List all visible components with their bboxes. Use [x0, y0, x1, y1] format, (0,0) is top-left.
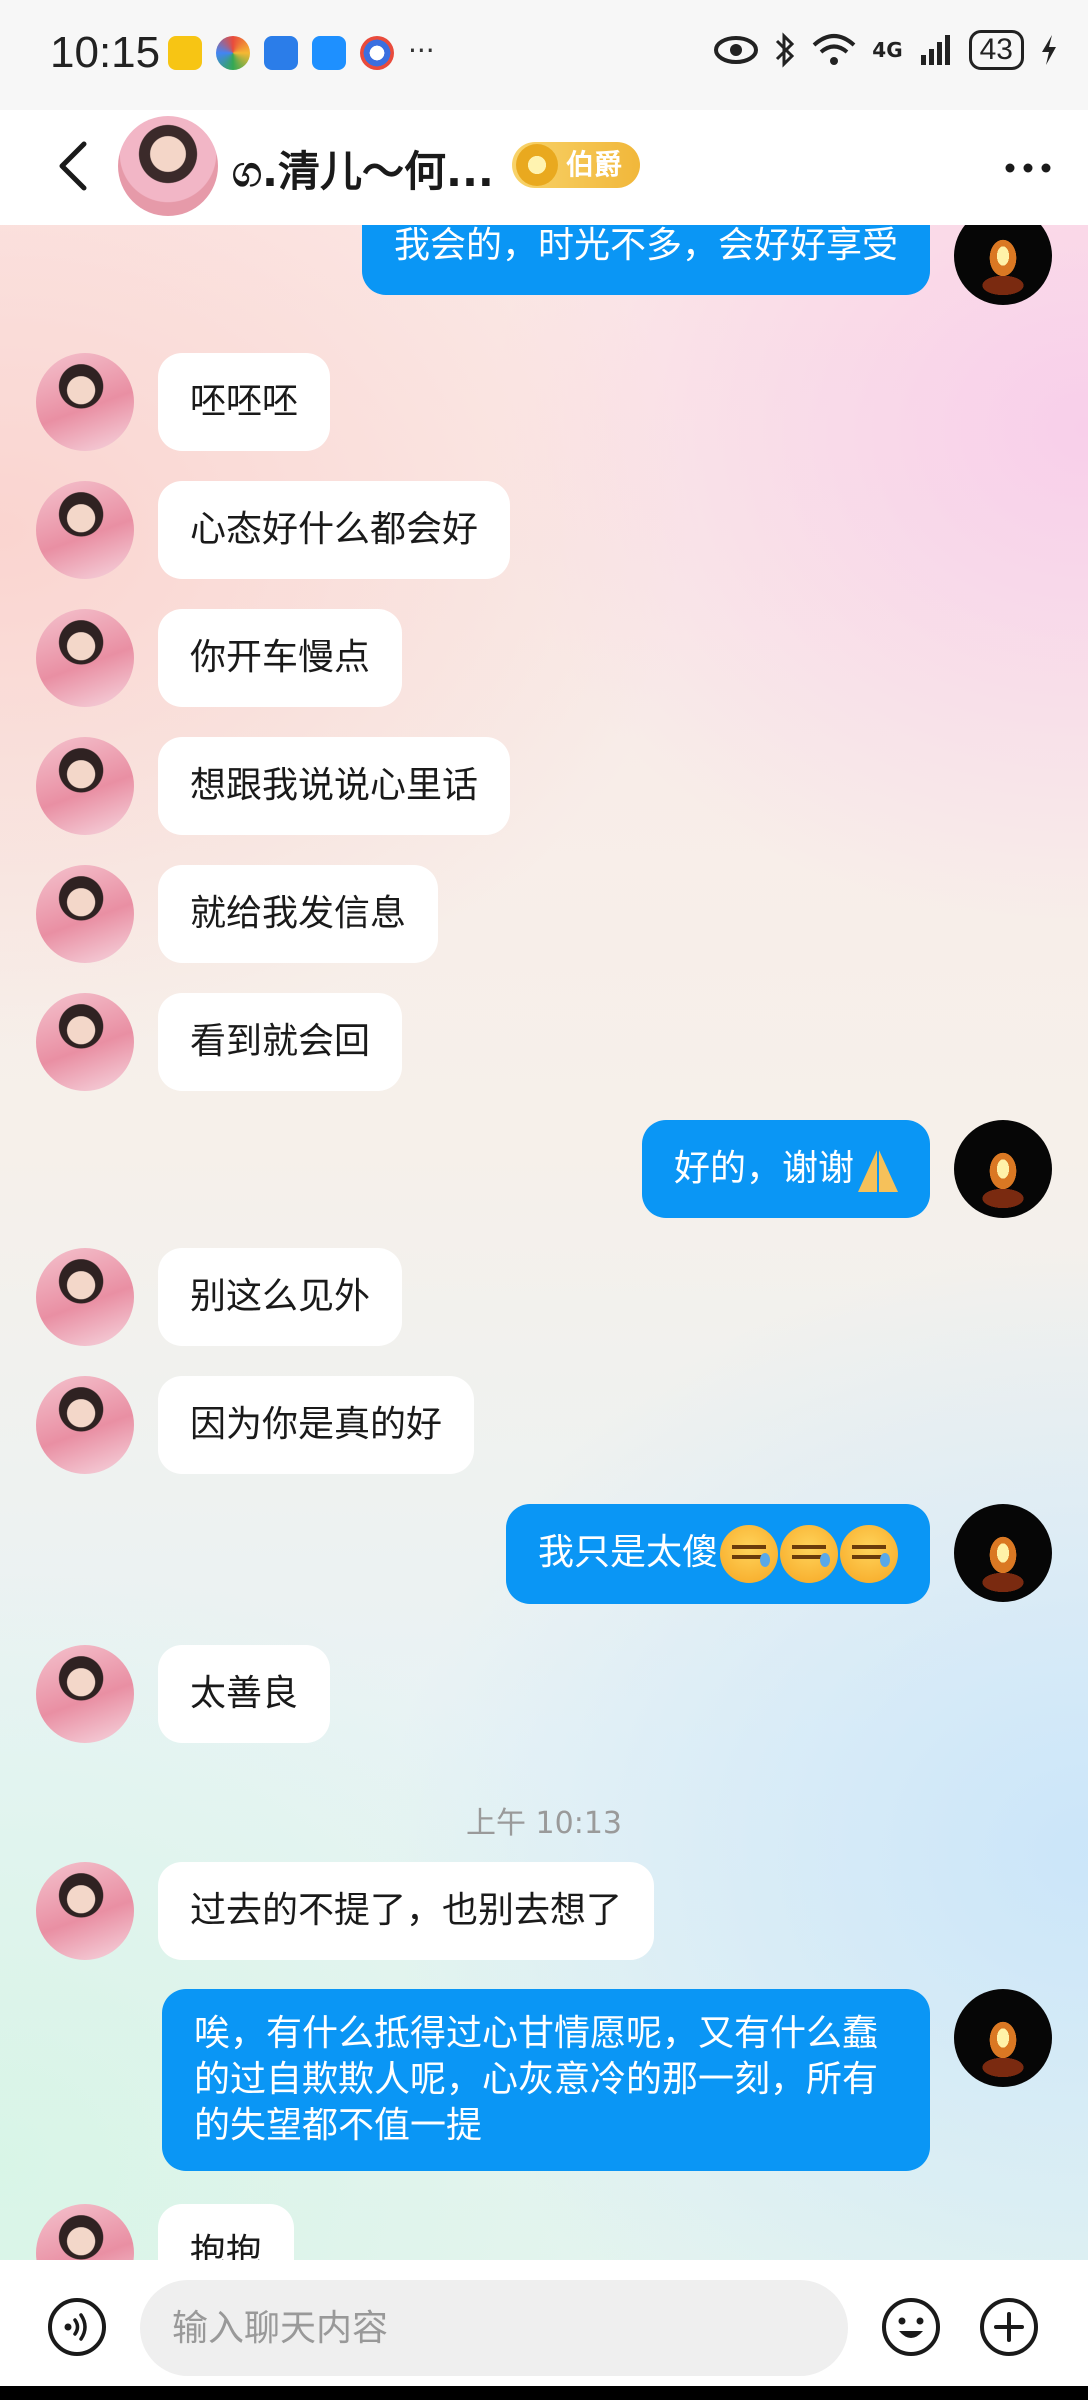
chat-input[interactable] [140, 2280, 848, 2376]
message-bubble-sent[interactable]: 好的，谢谢 [641, 1120, 930, 1218]
message-bubble-received[interactable]: 因为你是真的好 [158, 1376, 475, 1474]
my-avatar[interactable] [954, 225, 1052, 305]
contact-avatar-small[interactable] [36, 993, 134, 1091]
weather-icon [264, 36, 298, 70]
message-icon [312, 36, 346, 70]
status-bar: 10:15 ··· 4G 43 [0, 0, 1088, 110]
contact-avatar-small[interactable] [36, 1376, 134, 1474]
message-bubble-received[interactable]: 别这么见外 [158, 1248, 403, 1346]
my-avatar[interactable] [954, 1989, 1052, 2087]
contact-avatar-small[interactable] [36, 1645, 134, 1743]
contact-avatar-small[interactable] [36, 353, 134, 451]
chat-screen: 10:15 ··· 4G 43 ග.清儿～何... 伯爵 我会的，时光不多，会好… [0, 0, 1088, 2400]
battery-level: 43 [968, 30, 1024, 70]
wifi-icon [812, 34, 856, 65]
my-avatar[interactable] [954, 1120, 1052, 1218]
status-time: 10:15 [50, 28, 161, 77]
message-bubble-received[interactable]: 你开车慢点 [158, 609, 403, 707]
message-bubble-received[interactable]: 心态好什么都会好 [158, 481, 511, 579]
message-text: 好的，谢谢 [673, 1148, 854, 1189]
message-bubble-received[interactable]: 看到就会回 [158, 993, 403, 1091]
message-bubble-received[interactable]: 想跟我说说心里话 [158, 737, 511, 835]
my-avatar[interactable] [954, 1504, 1052, 1602]
rank-badge[interactable]: 伯爵 [512, 142, 641, 188]
status-indicators: 4G 43 [714, 30, 1058, 70]
sleepy-emoji [840, 1525, 898, 1583]
network-type: 4G [872, 38, 903, 62]
contact-avatar-small[interactable] [36, 609, 134, 707]
message-bubble-received[interactable]: 太善良 [158, 1645, 331, 1743]
emoji-icon[interactable] [880, 2296, 942, 2358]
message-timestamp: 上午 10:13 [466, 1806, 622, 1841]
message-bubble-sent[interactable]: 我会的，时光不多，会好好享受 [361, 225, 930, 295]
message-bubble-received[interactable]: 就给我发信息 [158, 865, 439, 963]
contact-avatar-small[interactable] [36, 1248, 134, 1346]
bluetooth-icon [776, 32, 795, 68]
more-notifications-icon: ··· [408, 34, 435, 67]
back-icon[interactable] [46, 136, 106, 196]
more-icon[interactable] [998, 138, 1058, 198]
message-bubble-received[interactable]: 过去的不提了，也别去想了 [158, 1862, 655, 1960]
contact-avatar-small[interactable] [36, 481, 134, 579]
contact-avatar-small[interactable] [36, 865, 134, 963]
status-app-icons: ··· [168, 36, 435, 70]
contact-avatar-small[interactable] [36, 2204, 134, 2260]
app-icon [360, 36, 394, 70]
charging-icon [1042, 35, 1056, 65]
badge-diamond-icon [516, 144, 558, 186]
voice-icon[interactable] [46, 2296, 108, 2358]
input-bar [0, 2260, 1088, 2400]
contact-name[interactable]: ග.清儿～何... [232, 138, 494, 199]
meituan-icon [168, 36, 202, 70]
message-bubble-received[interactable]: 呸呸呸 [158, 353, 331, 451]
contact-avatar-small[interactable] [36, 1862, 134, 1960]
navigation-bar [0, 2386, 1088, 2400]
sleepy-emoji [720, 1525, 778, 1583]
message-bubble-sent[interactable]: 我只是太傻 [505, 1504, 930, 1604]
chat-header: ග.清儿～何... 伯爵 [0, 110, 1088, 225]
signal-icon [920, 35, 950, 65]
contact-avatar[interactable] [118, 116, 218, 216]
message-list[interactable]: 我会的，时光不多，会好好享受 呸呸呸 心态好什么都会好 你开车慢点 想跟我说说心… [0, 225, 1088, 2260]
app-icon [216, 36, 250, 70]
message-bubble-received[interactable]: 抱抱 [158, 2204, 295, 2260]
sleepy-emoji [780, 1525, 838, 1583]
pray-emoji [858, 1148, 898, 1192]
badge-label: 伯爵 [566, 148, 623, 181]
eye-icon [714, 36, 759, 64]
message-text: 我只是太傻 [537, 1532, 718, 1573]
contact-avatar-small[interactable] [36, 737, 134, 835]
plus-icon[interactable] [978, 2296, 1040, 2358]
message-bubble-sent[interactable]: 唉，有什么抵得过心甘情愿呢，又有什么蠢的过自欺欺人呢，心灰意冷的那一刻，所有的失… [162, 1989, 930, 2171]
